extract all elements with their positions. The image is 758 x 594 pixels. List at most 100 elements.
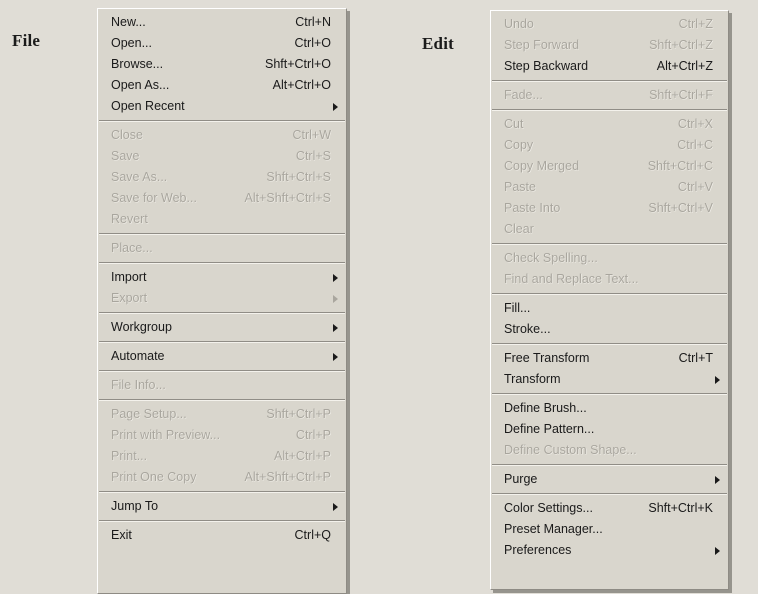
menu-item-label: Page Setup...	[111, 407, 187, 421]
menu-item-shortcut: Shft+Ctrl+F	[649, 88, 713, 102]
edit-menu-item-step-backward[interactable]: Step Backward Alt+Ctrl+Z	[491, 56, 728, 77]
menu-separator	[98, 338, 346, 346]
file-menu-item-automate[interactable]: Automate	[98, 346, 346, 367]
menu-item-label: Copy	[504, 138, 534, 152]
menu-item-shortcut: Ctrl+N	[295, 15, 331, 29]
menu-item-label: Paste	[504, 180, 536, 194]
edit-menu-item-free-transform[interactable]: Free Transform Ctrl+T	[491, 348, 728, 369]
file-menu-item-open-as[interactable]: Open As... Alt+Ctrl+O	[98, 75, 346, 96]
chevron-right-icon	[333, 294, 338, 303]
menubar-item-edit[interactable]: Edit	[422, 34, 454, 54]
edit-menu-item-paste: Paste Ctrl+V	[491, 177, 728, 198]
file-menu-item-new[interactable]: New... Ctrl+N	[98, 12, 346, 33]
menu-item-shortcut: Ctrl+Q	[294, 528, 331, 542]
menu-item-label: Print with Preview...	[111, 428, 221, 442]
menu-separator	[491, 290, 728, 298]
menu-item-label: Save for Web...	[111, 191, 197, 205]
chevron-right-icon	[715, 546, 720, 555]
file-menu-item-exit[interactable]: Exit Ctrl+Q	[98, 525, 346, 546]
edit-menu-item-color-settings[interactable]: Color Settings... Shft+Ctrl+K	[491, 498, 728, 519]
menu-separator	[491, 106, 728, 114]
chevron-right-icon	[715, 475, 720, 484]
menu-item-label: Save	[111, 149, 140, 163]
edit-menu-item-find-and-replace-text: Find and Replace Text...	[491, 269, 728, 290]
menubar-item-file[interactable]: File	[12, 31, 40, 51]
menu-separator	[98, 517, 346, 525]
menu-item-label: Jump To	[111, 499, 159, 513]
menu-item-shortcut: Ctrl+P	[295, 428, 331, 442]
chevron-right-icon	[333, 352, 338, 361]
menu-item-label: New...	[111, 15, 146, 29]
edit-menu-item-check-spelling: Check Spelling...	[491, 248, 728, 269]
edit-menu-item-step-forward: Step Forward Shft+Ctrl+Z	[491, 35, 728, 56]
menu-item-label: Open As...	[111, 78, 170, 92]
file-menu-item-save-for-web: Save for Web... Alt+Shft+Ctrl+S	[98, 188, 346, 209]
file-menu-item-print: Print... Alt+Ctrl+P	[98, 446, 346, 467]
menu-item-label: Paste Into	[504, 201, 561, 215]
file-menu-item-print-with-preview: Print with Preview... Ctrl+P	[98, 425, 346, 446]
menu-item-label: File Info...	[111, 378, 166, 392]
chevron-right-icon	[715, 375, 720, 384]
menu-item-label: Define Brush...	[504, 401, 587, 415]
edit-dropdown-menu: Undo Ctrl+Z Step Forward Shft+Ctrl+Z Step Ba…	[490, 10, 729, 590]
menu-separator	[98, 367, 346, 375]
menu-item-label: Import	[111, 270, 147, 284]
file-menu-item-import[interactable]: Import	[98, 267, 346, 288]
menu-item-shortcut: Alt+Ctrl+O	[272, 78, 331, 92]
menu-item-label: Automate	[111, 349, 165, 363]
file-menu-item-browse[interactable]: Browse... Shft+Ctrl+O	[98, 54, 346, 75]
menu-item-label: Close	[111, 128, 143, 142]
file-dropdown-menu: New... Ctrl+N Open... Ctrl+O Browse... Shft+C…	[97, 8, 347, 594]
menu-item-label: Revert	[111, 212, 148, 226]
menu-item-label: Export	[111, 291, 148, 305]
menu-item-label: Save As...	[111, 170, 168, 184]
menu-item-label: Check Spelling...	[504, 251, 598, 265]
menu-separator	[491, 240, 728, 248]
menu-item-label: Find and Replace Text...	[504, 272, 639, 286]
menu-item-shortcut: Ctrl+T	[678, 351, 713, 365]
menu-item-label: Open Recent	[111, 99, 185, 113]
menu-item-shortcut: Shft+Ctrl+O	[265, 57, 331, 71]
menu-item-label: Print...	[111, 449, 148, 463]
file-menu-item-place: Place...	[98, 238, 346, 259]
file-menu-item-workgroup[interactable]: Workgroup	[98, 317, 346, 338]
menu-item-label: Transform	[504, 372, 561, 386]
menu-item-label: Place...	[111, 241, 153, 255]
chevron-right-icon	[333, 323, 338, 332]
menu-separator	[491, 340, 728, 348]
menu-separator	[98, 259, 346, 267]
file-menu-item-print-one-copy: Print One Copy Alt+Shft+Ctrl+P	[98, 467, 346, 488]
edit-menu-item-preferences[interactable]: Preferences	[491, 540, 728, 561]
edit-menu-item-transform[interactable]: Transform	[491, 369, 728, 390]
menu-item-shortcut: Ctrl+C	[677, 138, 713, 152]
edit-menu-item-clear: Clear	[491, 219, 728, 240]
menu-item-shortcut: Ctrl+X	[677, 117, 713, 131]
edit-menu-item-stroke[interactable]: Stroke...	[491, 319, 728, 340]
file-menu-item-jump-to[interactable]: Jump To	[98, 496, 346, 517]
file-menu-item-open-recent[interactable]: Open Recent	[98, 96, 346, 117]
menu-item-label: Cut	[504, 117, 524, 131]
edit-menu-item-define-brush[interactable]: Define Brush...	[491, 398, 728, 419]
menu-item-label: Open...	[111, 36, 152, 50]
menu-separator	[491, 390, 728, 398]
edit-menu-item-fill[interactable]: Fill...	[491, 298, 728, 319]
menu-item-label: Exit	[111, 528, 132, 542]
menu-item-label: Browse...	[111, 57, 164, 71]
file-menu-item-open[interactable]: Open... Ctrl+O	[98, 33, 346, 54]
edit-menu-item-copy: Copy Ctrl+C	[491, 135, 728, 156]
menu-item-label: Fill...	[504, 301, 531, 315]
menu-item-shortcut: Shft+Ctrl+S	[266, 170, 331, 184]
edit-menu-item-preset-manager[interactable]: Preset Manager...	[491, 519, 728, 540]
edit-menu-item-define-pattern[interactable]: Define Pattern...	[491, 419, 728, 440]
menu-separator	[491, 461, 728, 469]
menu-item-label: Preset Manager...	[504, 522, 603, 536]
edit-menu-item-define-custom-shape: Define Custom Shape...	[491, 440, 728, 461]
menu-item-shortcut: Alt+Shft+Ctrl+S	[244, 191, 332, 205]
menu-item-label: Workgroup	[111, 320, 172, 334]
edit-menu-item-purge[interactable]: Purge	[491, 469, 728, 490]
menu-separator	[98, 309, 346, 317]
file-menu-item-revert: Revert	[98, 209, 346, 230]
menu-item-label: Print One Copy	[111, 470, 197, 484]
menu-item-shortcut: Shft+Ctrl+C	[647, 159, 713, 173]
edit-menu-item-undo: Undo Ctrl+Z	[491, 14, 728, 35]
